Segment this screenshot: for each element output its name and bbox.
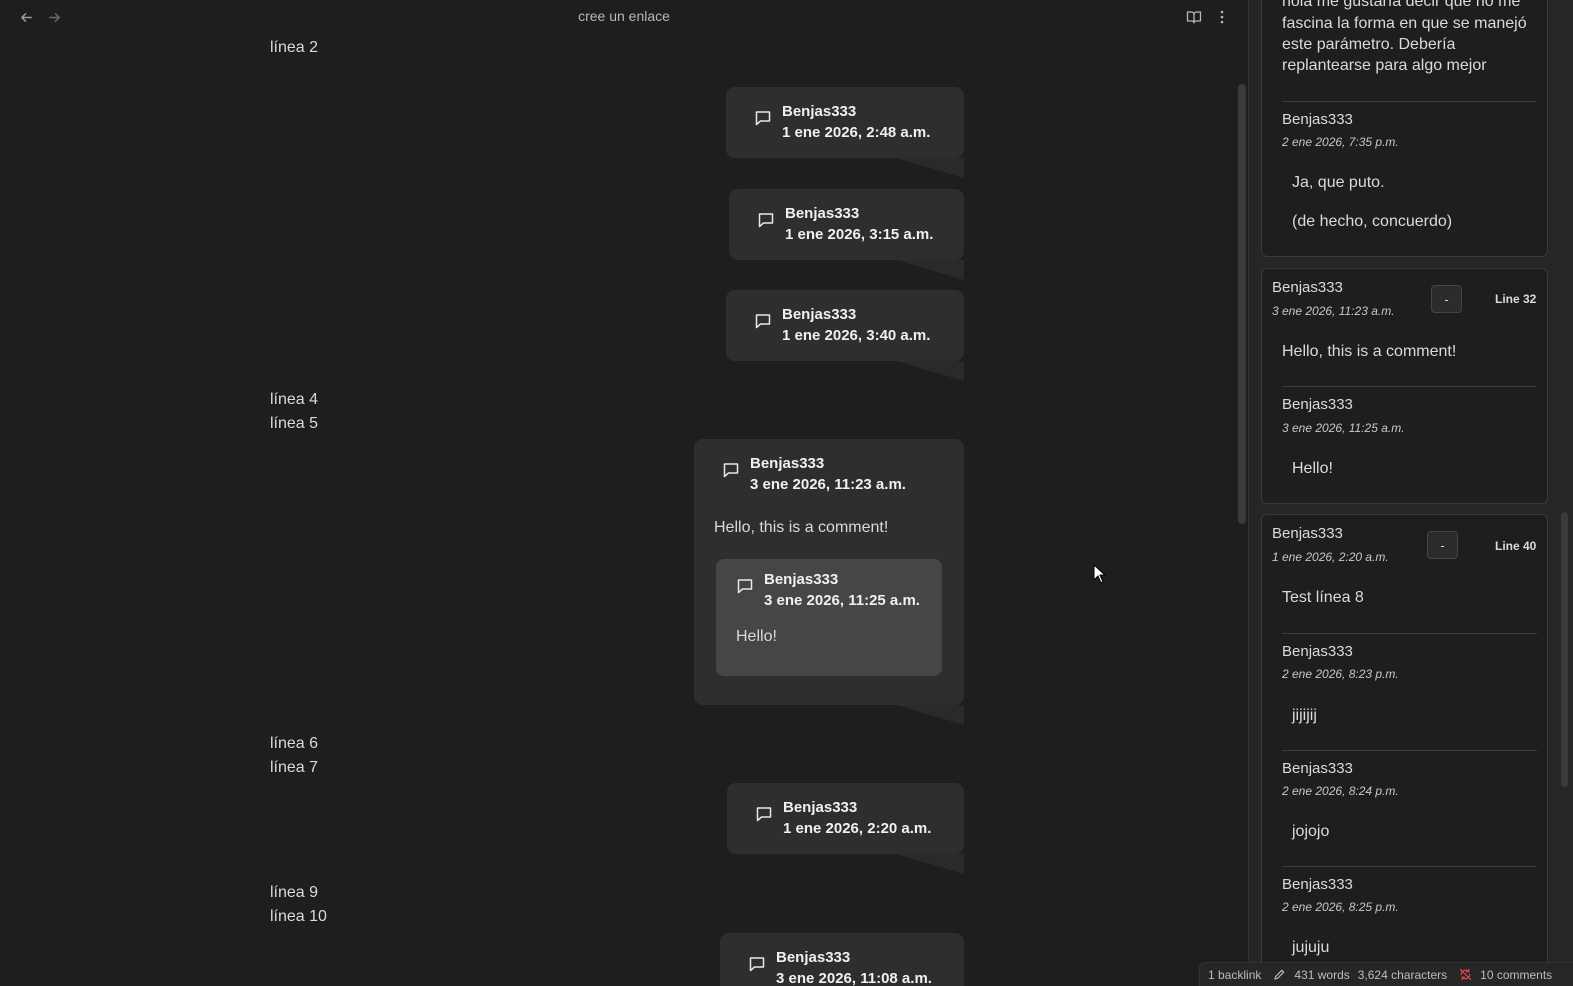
bubble-author: Benjas333	[776, 949, 851, 966]
doc-line[interactable]: línea 10	[270, 905, 327, 929]
bubble-author: Benjas333	[782, 306, 857, 323]
reply-date: 2 ene 2026, 7:35 p.m.	[1282, 135, 1399, 149]
sync-disabled-icon[interactable]	[1459, 968, 1472, 981]
reply-date: 2 ene 2026, 8:24 p.m.	[1282, 784, 1399, 798]
more-vertical-icon	[1220, 10, 1224, 24]
book-open-icon	[1186, 11, 1202, 24]
reply-author: Benjas333	[1282, 643, 1353, 660]
reply-date: 3 ene 2026, 11:25 a.m.	[764, 592, 920, 609]
sidebar-scrollbar[interactable]	[1561, 512, 1568, 787]
comment-card[interactable]: Benjas333 1 ene 2026, 2:20 a.m. - Line 4…	[1261, 514, 1548, 986]
reply-date: 3 ene 2026, 11:25 a.m.	[1282, 421, 1405, 435]
reply-separator	[1282, 101, 1537, 102]
bubble-tail	[896, 361, 964, 381]
title-bar: cree un enlace	[0, 0, 1248, 34]
reply-author: Benjas333	[1282, 876, 1353, 893]
editor-pane: cree un enlace línea 2 línea 4 línea 5 l…	[0, 0, 1248, 986]
comment-icon	[755, 314, 771, 329]
pencil-icon	[1274, 969, 1285, 980]
backlinks-count[interactable]: 1 backlink	[1208, 968, 1261, 982]
reply-author: Benjas333	[1282, 760, 1353, 777]
comments-sidebar: hola me gustaría decir que no me fascina…	[1249, 0, 1573, 986]
bubble-tail	[896, 854, 964, 874]
line-reference[interactable]: Line 32	[1495, 292, 1536, 306]
bubble-author: Benjas333	[782, 103, 857, 120]
reply-date: 2 ene 2026, 8:23 p.m.	[1282, 667, 1399, 681]
comment-card[interactable]: hola me gustaría decir que no me fascina…	[1261, 0, 1548, 257]
comment-icon	[755, 111, 771, 126]
bubble-text: Hello, this is a comment!	[714, 519, 889, 536]
comment-icon	[756, 807, 772, 822]
bubble-date: 3 ene 2026, 11:08 a.m.	[776, 970, 932, 986]
comment-text: Hello, this is a comment!	[1282, 343, 1457, 360]
comment-bubble[interactable]: Benjas333 1 ene 2026, 2:48 a.m.	[726, 87, 964, 158]
bubble-date: 1 ene 2026, 3:15 a.m.	[785, 226, 934, 243]
comment-date: 3 ene 2026, 11:23 a.m.	[1272, 304, 1395, 318]
reply-separator	[1282, 633, 1537, 634]
comment-author: Benjas333	[1272, 279, 1343, 296]
bubble-date: 1 ene 2026, 2:20 a.m.	[783, 820, 932, 837]
line-reference[interactable]: Line 40	[1495, 539, 1536, 553]
bubble-date: 3 ene 2026, 11:23 a.m.	[750, 476, 906, 493]
comment-bubble[interactable]: Benjas333 3 ene 2026, 11:08 a.m.	[720, 933, 964, 986]
reply-bubble[interactable]: Benjas333 3 ene 2026, 11:25 a.m. Hello!	[716, 559, 942, 676]
word-count: 431 words	[1294, 967, 1350, 982]
comment-icon	[758, 213, 774, 228]
comment-text: hola me gustaría decir que no me	[1282, 0, 1521, 10]
comment-author: Benjas333	[1272, 525, 1343, 542]
doc-line[interactable]: línea 4	[270, 388, 318, 412]
reply-text: Hello!	[736, 628, 777, 645]
bubble-date: 1 ene 2026, 3:40 a.m.	[782, 327, 931, 344]
doc-line[interactable]: línea 9	[270, 881, 318, 905]
doc-line[interactable]: línea 6	[270, 732, 318, 756]
reply-text: (de hecho, concuerdo)	[1292, 213, 1453, 230]
comment-card[interactable]: Benjas333 3 ene 2026, 11:23 a.m. - Line …	[1261, 268, 1548, 504]
bubble-tail	[896, 260, 964, 280]
comment-icon	[749, 957, 765, 972]
bubble-tail	[896, 705, 964, 725]
bubble-date: 1 ene 2026, 2:48 a.m.	[782, 124, 931, 141]
reply-date: 2 ene 2026, 8:25 p.m.	[1282, 900, 1399, 914]
more-options-button[interactable]	[1211, 6, 1233, 28]
comment-icon	[737, 579, 753, 594]
comment-bubble[interactable]: Benjas333 1 ene 2026, 3:40 a.m.	[726, 290, 964, 361]
doc-line[interactable]: línea 5	[270, 412, 318, 436]
comment-text: este parámetro. Debería	[1282, 36, 1456, 53]
comment-bubble[interactable]: Benjas333 1 ene 2026, 2:20 a.m.	[727, 783, 964, 854]
doc-line[interactable]: línea 2	[270, 36, 318, 60]
comment-text: Test línea 8	[1282, 589, 1364, 606]
doc-line[interactable]: línea 7	[270, 756, 318, 780]
reply-text: Hello!	[1292, 460, 1333, 477]
comment-icon	[723, 463, 739, 478]
character-count: 3,624 characters	[1357, 967, 1448, 982]
bubble-author: Benjas333	[750, 455, 825, 472]
comment-bubble[interactable]: Benjas333 1 ene 2026, 3:15 a.m.	[729, 189, 964, 260]
reading-view-button[interactable]	[1183, 6, 1205, 28]
reply-author: Benjas333	[1282, 396, 1353, 413]
editor-scrollbar[interactable]	[1238, 84, 1246, 524]
reply-text: jujuju	[1292, 939, 1330, 956]
bubble-author: Benjas333	[785, 205, 860, 222]
reply-text: jijijij	[1292, 707, 1317, 724]
document-title[interactable]: cree un enlace	[0, 8, 1248, 24]
comment-date: 1 ene 2026, 2:20 a.m.	[1272, 550, 1389, 564]
bubble-author: Benjas333	[783, 799, 858, 816]
comment-text: fascina la forma en que se manejó	[1282, 15, 1527, 32]
reply-text: Ja, que puto.	[1292, 174, 1385, 191]
comment-text: replantearse para algo mejor	[1282, 57, 1487, 74]
status-bar: 1 backlink 431 words 3,624 characters 10…	[1199, 962, 1573, 986]
collapse-button[interactable]: -	[1431, 285, 1462, 313]
reply-separator	[1282, 866, 1537, 867]
mouse-cursor-icon	[1093, 564, 1107, 584]
collapse-button[interactable]: -	[1427, 531, 1458, 559]
reply-author: Benjas333	[1282, 111, 1353, 128]
reply-separator	[1282, 386, 1537, 387]
reply-author: Benjas333	[764, 571, 839, 588]
bubble-tail	[896, 158, 964, 178]
comment-bubble-expanded[interactable]: Benjas333 3 ene 2026, 11:23 a.m. Hello, …	[694, 439, 964, 705]
comments-count[interactable]: 10 comments	[1480, 968, 1552, 982]
reply-separator	[1282, 750, 1537, 751]
reply-text: jojojo	[1292, 823, 1330, 840]
